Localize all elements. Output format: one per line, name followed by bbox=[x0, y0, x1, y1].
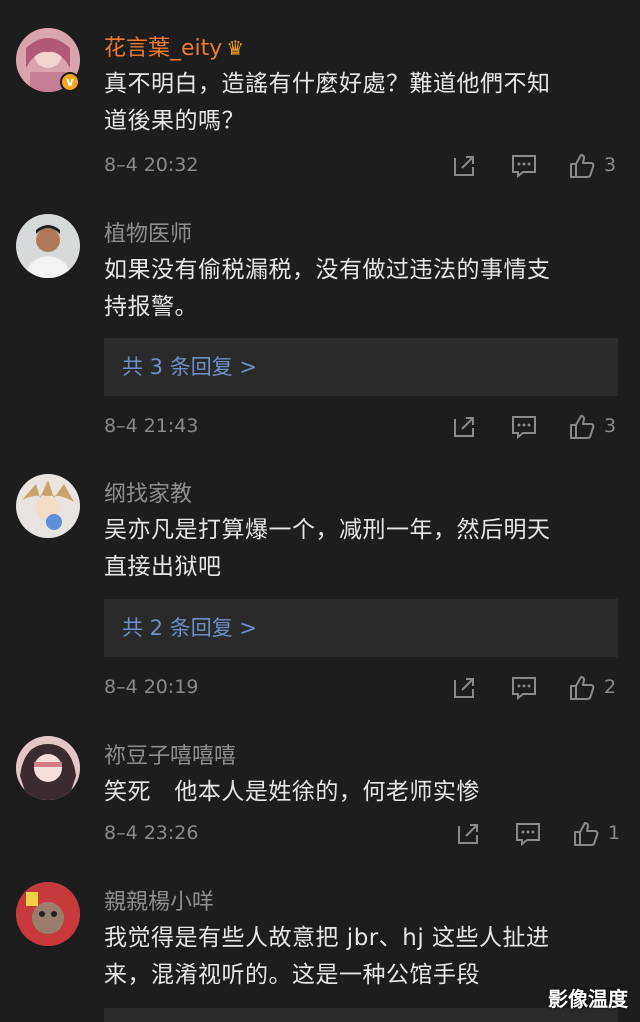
comment-meta: 8–4 20:19 2 bbox=[104, 674, 618, 704]
comment-text: 吴亦凡是打算爆一个，减刑一年，然后明天 直接出狱吧 bbox=[104, 517, 551, 580]
vip-crown-icon: ♛ bbox=[226, 36, 245, 60]
comment-icon[interactable] bbox=[514, 820, 542, 848]
like-count: 3 bbox=[604, 415, 617, 437]
avatar[interactable] bbox=[16, 214, 80, 278]
share-icon[interactable] bbox=[454, 820, 482, 848]
timestamp: 8–4 23:26 bbox=[104, 822, 199, 844]
timestamp: 8–4 21:43 bbox=[104, 415, 199, 437]
username[interactable]: 植物医师 bbox=[104, 216, 192, 248]
avatar[interactable] bbox=[16, 882, 80, 946]
comment-text: 笑死 他本人是姓徐的，何老师实惨 bbox=[104, 779, 480, 805]
watermark: 影像温度 bbox=[548, 987, 628, 1011]
like-icon[interactable] bbox=[568, 674, 596, 702]
comment-meta: 8–4 21:43 3 bbox=[104, 413, 618, 443]
comment-meta: 8–4 20:32 3 bbox=[104, 152, 618, 182]
comment-icon[interactable] bbox=[510, 413, 538, 441]
timestamp: 8–4 20:19 bbox=[104, 676, 199, 698]
comment-text: 真不明白，造謠有什麼好處？難道他們不知 道後果的嗎？ bbox=[104, 71, 551, 134]
comment-meta: 8–4 23:26 1 bbox=[104, 820, 621, 850]
avatar[interactable] bbox=[16, 474, 80, 538]
replies-box-partial bbox=[104, 1008, 618, 1022]
like-count: 3 bbox=[604, 154, 617, 176]
comment-text: 如果没有偷税漏税，没有做过违法的事情支 持报警。 bbox=[104, 257, 551, 320]
like-icon[interactable] bbox=[572, 820, 600, 848]
comment-icon[interactable] bbox=[510, 152, 538, 180]
like-count: 2 bbox=[604, 676, 617, 698]
username[interactable]: 祢豆子嘻嘻嘻 bbox=[104, 738, 236, 770]
comment-icon[interactable] bbox=[510, 674, 538, 702]
like-icon[interactable] bbox=[568, 413, 596, 441]
username[interactable]: 纲找家教 bbox=[104, 476, 192, 508]
verified-badge-icon: v bbox=[60, 72, 80, 92]
timestamp: 8–4 20:32 bbox=[104, 154, 199, 176]
username[interactable]: 花言葉_eity ♛ bbox=[104, 30, 244, 62]
view-replies-button[interactable]: 共 2 条回复 > bbox=[104, 599, 618, 657]
like-count: 1 bbox=[608, 822, 621, 844]
comment-text: 我觉得是有些人故意把 jbr、hj 这些人扯进 来，混淆视听的。这是一种公馆手段 bbox=[104, 925, 550, 988]
view-replies-button[interactable]: 共 3 条回复 > bbox=[104, 338, 618, 396]
share-icon[interactable] bbox=[450, 674, 478, 702]
like-icon[interactable] bbox=[568, 152, 596, 180]
share-icon[interactable] bbox=[450, 152, 478, 180]
username[interactable]: 親親楊小咩 bbox=[104, 884, 214, 916]
avatar[interactable] bbox=[16, 736, 80, 800]
share-icon[interactable] bbox=[450, 413, 478, 441]
